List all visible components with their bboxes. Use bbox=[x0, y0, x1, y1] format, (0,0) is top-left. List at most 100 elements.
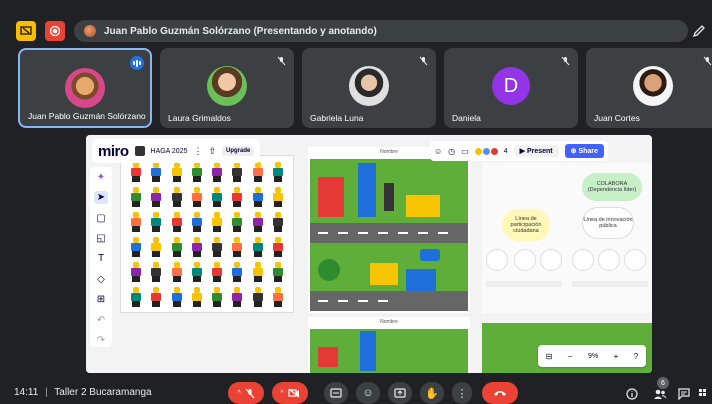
video-icon[interactable]: ▭ bbox=[461, 147, 469, 156]
lego-figure bbox=[147, 235, 165, 258]
lego-figure bbox=[249, 235, 267, 258]
leave-call-button[interactable] bbox=[482, 382, 518, 404]
road bbox=[310, 223, 468, 243]
sub-node[interactable] bbox=[514, 249, 536, 271]
lego-figure bbox=[188, 260, 206, 283]
participant-tile[interactable]: Juan Pablo Guzmán Solórzano bbox=[18, 48, 152, 128]
meeting-name: Taller 2 Bucaramanga bbox=[54, 387, 152, 398]
meet-window: Juan Pablo Guzmán Solórzano (Presentando… bbox=[0, 0, 712, 404]
lego-figure bbox=[269, 210, 287, 233]
mic-button[interactable]: ^ bbox=[228, 382, 264, 404]
sub-node[interactable] bbox=[598, 249, 620, 271]
participant-strip: Juan Pablo Guzmán Solórzano Laura Grimal… bbox=[18, 48, 712, 128]
camera-button[interactable]: ^ bbox=[272, 382, 308, 404]
collaborators-avatars[interactable] bbox=[474, 147, 498, 155]
people-button[interactable] bbox=[652, 386, 668, 402]
hang-up-icon bbox=[494, 391, 506, 396]
fit-screen-icon[interactable]: ⊟ bbox=[546, 352, 553, 361]
present-now-button[interactable] bbox=[388, 382, 412, 404]
add-tool-icon[interactable]: ⊞ bbox=[94, 294, 108, 306]
zoom-out-button[interactable]: − bbox=[568, 352, 573, 361]
participant-tile[interactable]: Juan Cortes bbox=[586, 48, 712, 128]
lego-figure bbox=[147, 285, 165, 308]
upgrade-button[interactable]: Upgrade bbox=[222, 146, 255, 156]
tree bbox=[318, 259, 340, 281]
collaborators-count[interactable]: 4 bbox=[504, 148, 508, 155]
speaking-indicator-icon bbox=[130, 56, 144, 70]
lego-figure bbox=[208, 185, 226, 208]
board-name[interactable]: HAGA 2025 bbox=[151, 148, 188, 155]
meeting-details-button[interactable] bbox=[624, 386, 640, 402]
more-options-button[interactable]: ⋮ bbox=[452, 382, 472, 404]
sub-node[interactable] bbox=[486, 249, 508, 271]
presenter-avatar-icon bbox=[84, 25, 96, 37]
more-options-icon[interactable]: ⋮ bbox=[193, 146, 202, 157]
chat-button[interactable] bbox=[676, 386, 692, 402]
sticky-note-icon[interactable]: ◱ bbox=[94, 232, 108, 244]
participant-tile[interactable]: Gabriela Luna bbox=[302, 48, 436, 128]
text-tool-icon[interactable]: T bbox=[94, 253, 108, 265]
present-icon bbox=[20, 26, 32, 35]
lego-figure bbox=[127, 260, 145, 283]
sub-node[interactable] bbox=[540, 249, 562, 271]
red-building bbox=[318, 177, 344, 217]
presenter-banner[interactable]: Juan Pablo Guzmán Solórzano (Presentando… bbox=[74, 20, 688, 42]
city-frame[interactable]: Nombre bbox=[308, 147, 470, 313]
reactions-icon[interactable]: ☺ bbox=[434, 147, 442, 156]
lego-figure bbox=[188, 210, 206, 233]
participant-tile[interactable]: Laura Grimaldos bbox=[160, 48, 294, 128]
lego-figure bbox=[127, 285, 145, 308]
frame-label: Nombre bbox=[380, 319, 398, 325]
people-icon bbox=[654, 389, 667, 399]
undo-icon[interactable]: ↶ bbox=[94, 314, 108, 326]
captions-button[interactable] bbox=[324, 382, 348, 404]
timer-icon[interactable]: ◷ bbox=[448, 147, 455, 156]
lego-figure bbox=[269, 185, 287, 208]
shapes-tool-icon[interactable]: ◇ bbox=[94, 273, 108, 285]
mind-map[interactable]: COLABORA (Dependencia líder) Línea de pa… bbox=[482, 163, 652, 313]
magic-icon[interactable]: ✦ bbox=[94, 171, 108, 183]
lego-figure bbox=[228, 285, 246, 308]
redo-icon[interactable]: ↷ bbox=[94, 335, 108, 347]
lego-city-image-2 bbox=[310, 329, 468, 373]
help-icon[interactable]: ? bbox=[634, 352, 638, 361]
avatar: D bbox=[492, 67, 530, 105]
right-node[interactable]: Línea de innovación pública bbox=[582, 207, 634, 239]
participant-name: Daniela bbox=[452, 113, 481, 123]
sub-node[interactable] bbox=[624, 249, 646, 271]
share-button[interactable]: ⊕ Share bbox=[564, 144, 604, 158]
present-button[interactable]: ▶ Present bbox=[513, 145, 559, 157]
record-button[interactable] bbox=[45, 21, 65, 41]
sub-node[interactable] bbox=[572, 249, 594, 271]
frame-tool-icon[interactable]: ▢ bbox=[94, 212, 108, 224]
left-node[interactable]: Línea de participación ciudadana bbox=[502, 209, 550, 241]
stop-presenting-button[interactable] bbox=[16, 21, 36, 41]
record-icon bbox=[49, 25, 61, 37]
info-icon bbox=[626, 388, 638, 400]
activities-button[interactable] bbox=[698, 386, 710, 402]
lego-figure bbox=[127, 235, 145, 258]
raise-hand-button[interactable]: ✋ bbox=[420, 382, 444, 404]
lego-figures-frame[interactable] bbox=[120, 155, 294, 313]
miro-logo[interactable]: miro bbox=[98, 143, 129, 160]
city-frame-2[interactable]: Nombre bbox=[308, 317, 470, 373]
zoom-in-button[interactable]: + bbox=[614, 352, 619, 361]
participant-name: Juan Cortes bbox=[594, 113, 640, 123]
lego-figure bbox=[188, 235, 206, 258]
emoji-button[interactable]: ☺ bbox=[356, 382, 380, 404]
export-icon[interactable]: ⇧ bbox=[208, 146, 216, 157]
shared-screen[interactable]: Nombre Nombre COLABORA (Dependencia líde… bbox=[86, 135, 652, 373]
blue-tower bbox=[360, 331, 376, 371]
annotate-button[interactable] bbox=[690, 21, 708, 41]
yellow-building bbox=[370, 263, 398, 285]
lego-figure bbox=[249, 185, 267, 208]
lego-figure bbox=[228, 260, 246, 283]
select-tool-icon[interactable]: ➤ bbox=[94, 191, 108, 204]
avatar bbox=[349, 66, 389, 106]
yellow-house bbox=[406, 195, 440, 217]
lego-figure bbox=[127, 185, 145, 208]
lego-figure bbox=[269, 235, 287, 258]
participant-tile[interactable]: D Daniela bbox=[444, 48, 578, 128]
lego-city-image bbox=[310, 159, 468, 311]
central-node[interactable]: COLABORA (Dependencia líder) bbox=[582, 173, 642, 201]
